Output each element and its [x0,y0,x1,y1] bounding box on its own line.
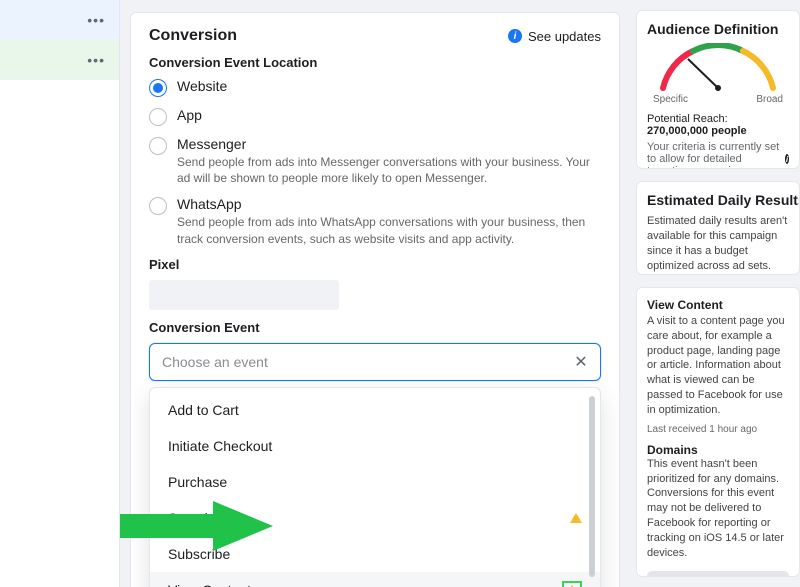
tooltip-title: View Content [647,298,789,312]
option-label: Add to Cart [168,402,239,418]
radio-label: Messenger [177,136,601,152]
event-location-messenger[interactable]: Messenger Send people from ads into Mess… [149,136,601,186]
option-search[interactable]: Search [150,500,600,536]
radio-sublabel: Send people from ads into Messenger conv… [177,154,601,186]
radio-icon[interactable] [149,137,167,155]
tooltip-domains-title: Domains [647,443,789,457]
tooltip-last-received: Last received 1 hour ago [647,424,789,435]
scrollbar[interactable] [589,396,595,577]
option-label: Initiate Checkout [168,438,272,454]
view-content-help-panel: View Content A visit to a content page y… [636,287,800,577]
potential-reach: Potential Reach: 270,000,000 people [647,113,789,137]
warning-icon [570,513,582,523]
option-add-to-cart[interactable]: Add to Cart [150,392,600,428]
option-view-content[interactable]: View Content [150,572,600,587]
conversion-event-dropdown: Add to Cart Initiate Checkout Purchase S… [149,387,601,587]
results-title: Estimated Daily Results [647,192,789,208]
tooltip-body: A visit to a content page you care about… [647,314,789,418]
left-nav: ••• ••• [0,0,120,587]
right-column: Audience Definition Specific Broad Poten… [630,0,800,587]
estimated-daily-results-panel: Estimated Daily Results Estimated daily … [636,181,800,275]
leftnav-campaign-row[interactable]: ••• [0,0,119,40]
radio-label: App [177,107,202,123]
radio-sublabel: Send people from ads into WhatsApp conve… [177,214,601,246]
pixel-selector[interactable] [149,280,339,310]
conversion-card: Conversion i See updates Conversion Even… [130,12,620,587]
radio-icon[interactable] [149,197,167,215]
info-icon: i [508,29,522,43]
option-label: Search [168,510,212,526]
option-label: Subscribe [168,546,230,562]
audience-gauge [648,43,788,98]
select-placeholder: Choose an event [162,354,268,370]
info-icon[interactable]: i [785,154,789,164]
radio-label: Website [177,78,227,94]
radio-icon[interactable] [149,79,167,97]
conversion-event-select[interactable]: Choose an event [149,343,601,381]
event-location-label: Conversion Event Location [149,55,601,70]
event-location-whatsapp[interactable]: WhatsApp Send people from ads into Whats… [149,196,601,246]
audience-title: Audience Definition [647,21,789,37]
audience-definition-panel: Audience Definition Specific Broad Poten… [636,10,800,169]
tooltip-domains-body: This event hasn't been prioritized for a… [647,457,789,561]
option-label: View Content [168,582,251,587]
see-updates-link[interactable]: i See updates [508,29,601,44]
radio-icon[interactable] [149,108,167,126]
option-purchase[interactable]: Purchase [150,464,600,500]
radio-label: WhatsApp [177,196,601,212]
event-location-website[interactable]: Website [149,78,601,97]
see-updates-label: See updates [528,29,601,44]
option-label: Purchase [168,474,227,490]
clear-icon[interactable]: ✕ [569,350,593,374]
kebab-icon[interactable]: ••• [87,52,105,68]
criteria-line: Your criteria is currently set to allow … [647,141,789,169]
option-initiate-checkout[interactable]: Initiate Checkout [150,428,600,464]
results-body: Estimated daily results aren't available… [647,214,789,273]
pixel-label: Pixel [149,257,601,272]
go-to-events-manager-button[interactable]: Go to Events Manager [647,571,789,577]
highlight-box [562,581,582,587]
option-subscribe[interactable]: Subscribe [150,536,600,572]
kebab-icon[interactable]: ••• [87,12,105,28]
conversion-event-label: Conversion Event [149,320,601,335]
event-location-app[interactable]: App [149,107,601,126]
conversion-title: Conversion [149,27,237,45]
main-column: Conversion i See updates Conversion Even… [120,0,630,587]
leftnav-adset-row[interactable]: ••• [0,40,119,80]
